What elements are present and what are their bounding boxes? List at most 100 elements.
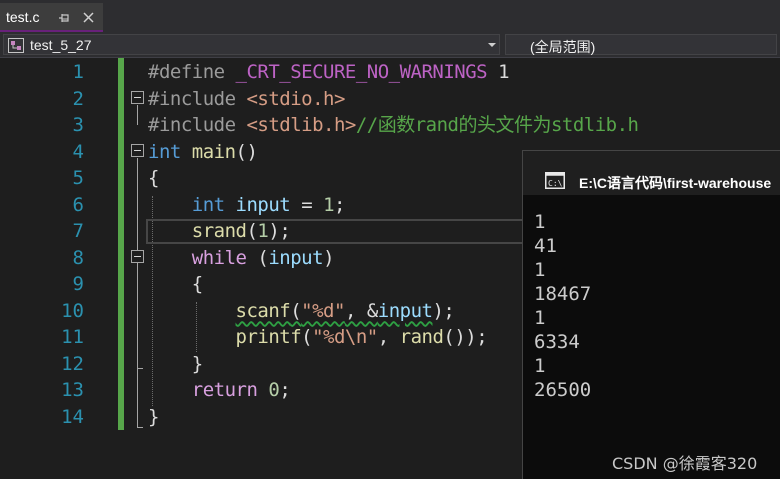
code-token: ( xyxy=(246,246,269,269)
code-line: { xyxy=(148,165,159,192)
watermark: CSDN @徐霞客320 xyxy=(612,454,758,473)
code-line: int input = 1; xyxy=(148,192,346,219)
line-number: 6 xyxy=(72,193,84,216)
console-output-line: 1 xyxy=(534,307,546,329)
code-token: ; xyxy=(334,193,345,216)
line-number: 13 xyxy=(61,379,84,401)
code-token: { xyxy=(191,273,203,295)
code-token: = xyxy=(290,193,324,216)
code-token: rand xyxy=(399,326,444,348)
code-line: srand(1); xyxy=(148,218,291,245)
fold-toggle-main[interactable] xyxy=(131,144,144,157)
code-token: scanf xyxy=(235,299,291,322)
fold-end xyxy=(137,427,143,428)
line-number: 9 xyxy=(72,273,84,295)
document-tab-bar: test.c xyxy=(0,0,780,32)
line-number: 5 xyxy=(72,167,84,189)
code-token: int xyxy=(191,193,225,216)
line-number: 8 xyxy=(72,246,84,269)
line-number: 10 xyxy=(61,299,84,322)
tab-label: test.c xyxy=(6,9,40,25)
code-line: } xyxy=(148,351,203,378)
code-line: int main() xyxy=(148,139,258,166)
line-number: 14 xyxy=(61,405,84,428)
pin-icon[interactable] xyxy=(58,12,70,24)
code-line: while (input) xyxy=(148,245,335,272)
console-title: E:\C语言代码\first-warehouse xyxy=(579,175,772,191)
project-icon xyxy=(8,38,24,53)
code-token: , & xyxy=(344,299,378,322)
line-number: 3 xyxy=(72,114,84,136)
code-token: printf xyxy=(235,326,302,348)
console-window[interactable]: C:\ E:\C语言代码\first-warehouse 1 41 1 18467 1 6… xyxy=(522,150,780,479)
console-titlebar[interactable]: C:\ E:\C语言代码\first-warehouse xyxy=(523,151,780,195)
code-token: ); xyxy=(268,220,291,242)
console-output-line: 18467 xyxy=(534,283,592,305)
line-number: 2 xyxy=(72,87,84,110)
code-token: } xyxy=(191,352,203,375)
code-token: 1 xyxy=(257,220,269,242)
code-token: ( xyxy=(290,299,302,322)
code-token: srand xyxy=(191,220,247,242)
scope-label: (全局范围) xyxy=(530,39,596,55)
code-token: } xyxy=(148,405,159,428)
project-dropdown[interactable]: test_5_27 xyxy=(3,34,500,55)
code-token: #include xyxy=(148,87,247,110)
code-token: main xyxy=(191,140,236,163)
console-output-line: 1 xyxy=(534,355,546,377)
code-line: printf("%d\n", rand()); xyxy=(148,324,488,351)
code-token: "%d" xyxy=(301,299,345,322)
code-token: ) xyxy=(323,246,335,269)
project-label: test_5_27 xyxy=(30,37,92,53)
fold-end xyxy=(137,368,143,369)
code-token: input xyxy=(377,299,433,322)
navigation-bar: test_5_27 (全局范围) xyxy=(0,32,780,58)
code-line: { xyxy=(148,271,203,298)
code-token: input xyxy=(235,193,291,216)
code-line: #include <stdio.h> xyxy=(148,86,345,113)
line-number: 1 xyxy=(72,61,84,83)
chevron-down-icon[interactable] xyxy=(488,43,496,47)
tab-test-c[interactable]: test.c xyxy=(0,3,103,32)
line-number: 12 xyxy=(61,352,84,375)
code-line: #include <stdlib.h>//函数rand的头文件为stdlib.h xyxy=(148,112,639,139)
code-token: <stdlib.h> xyxy=(246,114,356,136)
code-token: _CRT_SECURE_NO_WARNINGS xyxy=(235,61,488,83)
fold-line xyxy=(137,264,138,368)
code-token: //函数rand的头文件为stdlib.h xyxy=(355,114,639,136)
code-token: { xyxy=(148,167,159,189)
scope-dropdown[interactable]: (全局范围) xyxy=(505,34,777,55)
code-line: scanf("%d", &input); xyxy=(148,298,455,325)
console-output-line: 6334 xyxy=(534,331,580,353)
close-icon[interactable] xyxy=(82,11,95,24)
console-output-line: 41 xyxy=(534,235,557,257)
code-token: 1 xyxy=(323,193,335,216)
code-token: while xyxy=(191,246,247,269)
line-number: 11 xyxy=(61,326,84,348)
fold-toggle-while[interactable] xyxy=(131,250,144,263)
code-token: 0 xyxy=(268,379,280,401)
line-number: 4 xyxy=(72,140,84,163)
code-token: int xyxy=(148,140,181,163)
fold-toggle-include[interactable] xyxy=(131,91,144,104)
svg-text:C:\: C:\ xyxy=(548,179,563,188)
console-output-line: 1 xyxy=(534,259,546,281)
code-token: "%d\n" xyxy=(312,326,378,348)
code-token: input xyxy=(268,246,324,269)
console-output-line: 26500 xyxy=(534,379,592,401)
code-token: ()); xyxy=(443,326,488,348)
code-token: return xyxy=(191,379,258,401)
code-token: ; xyxy=(279,379,291,401)
fold-line xyxy=(137,105,138,125)
change-tracking-bar xyxy=(118,58,124,430)
